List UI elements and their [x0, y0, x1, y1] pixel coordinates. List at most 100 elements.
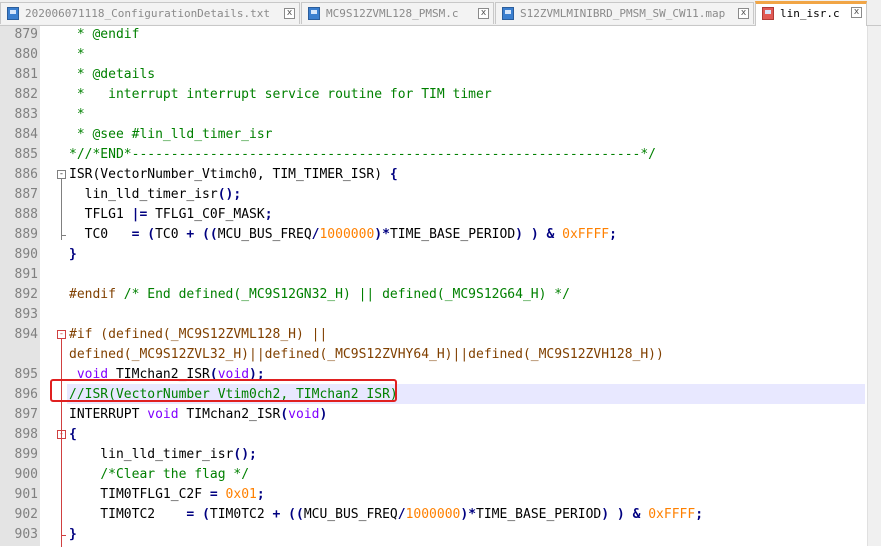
line-number-gutter: 879 880 881 882 883 884 885 886 887 888 889 890 891 8…: [0, 26, 40, 546]
line-number: 882: [14, 87, 38, 102]
code-line[interactable]: #if (defined(_MC9S12ZVML128_H) ||: [69, 325, 327, 345]
code-token: TIM0TFLG1_C2F: [69, 487, 210, 502]
fold-guide-line: [61, 535, 62, 547]
code-line[interactable]: ISR(VectorNumber_Vtimch0, TIM_TIMER_ISR)…: [69, 165, 398, 185]
code-line[interactable]: *: [69, 45, 85, 65]
code-token: TIMchan2_ISR: [178, 407, 281, 422]
code-token: lin_lld_timer_isr: [69, 447, 234, 462]
code-token: INTERRUPT: [69, 407, 148, 422]
code-line[interactable]: *//*END*--------------------------------…: [69, 145, 656, 165]
code-line[interactable]: }: [69, 245, 77, 265]
file-tab-label: S12ZVMLMINIBRD_PMSM_SW_CW11.map: [520, 7, 726, 20]
code-line[interactable]: }: [69, 525, 77, 545]
file-tab-label: lin_isr.c: [780, 7, 840, 20]
code-token: ): [616, 507, 625, 522]
code-line[interactable]: TFLG1 |= TFLG1_C0F_MASK;: [69, 205, 273, 225]
code-token: * @endif: [69, 27, 140, 42]
file-tab[interactable]: 202006071118_ConfigurationDetails.txt x: [0, 2, 300, 24]
code-line[interactable]: lin_lld_timer_isr();: [69, 445, 257, 465]
code-line[interactable]: * @endif: [69, 25, 140, 45]
code-token: ): [319, 407, 328, 422]
line-number: 902: [14, 507, 38, 522]
close-tab-icon[interactable]: x: [851, 7, 862, 18]
code-line[interactable]: #endif /* End defined(_MC9S12GN32_H) || …: [69, 285, 570, 305]
line-number: 879: [14, 27, 38, 42]
code-line[interactable]: * interrupt interrupt service routine fo…: [69, 85, 492, 105]
code-token: |=: [131, 207, 148, 222]
fold-guide-line: [61, 179, 62, 240]
file-tab-label: MC9S12ZVML128_PMSM.c: [326, 7, 459, 20]
code-token: ((: [202, 227, 218, 242]
code-token: ): [515, 227, 523, 242]
file-icon: [502, 7, 514, 20]
line-number: 895: [14, 367, 38, 382]
code-token: (: [147, 227, 156, 242]
line-number: 888: [14, 207, 38, 222]
close-tab-icon[interactable]: x: [478, 8, 489, 19]
line-number: 885: [14, 147, 38, 162]
code-line[interactable]: *: [69, 105, 85, 125]
fold-toggle-icon[interactable]: -: [57, 170, 66, 179]
line-number: 880: [14, 47, 38, 62]
line-number: 896: [14, 387, 38, 402]
code-editor[interactable]: 879 880 881 882 883 884 885 886 887 888 889 890 891 8…: [0, 25, 867, 547]
code-line[interactable]: {: [69, 425, 77, 445]
fold-toggle-icon[interactable]: -: [57, 330, 66, 339]
code-token: }: [69, 527, 77, 542]
code-token: ();: [217, 187, 242, 202]
code-line[interactable]: TC0 = (TC0 + ((MCU_BUS_FREQ/1000000)*TIM…: [69, 225, 617, 245]
fold-guide-line: [61, 439, 62, 547]
code-line[interactable]: TIM0TC2 = (TIM0TC2 + ((MCU_BUS_FREQ/1000…: [69, 505, 703, 525]
file-tab[interactable]: S12ZVMLMINIBRD_PMSM_SW_CW11.map x: [495, 2, 754, 24]
code-line[interactable]: * @details: [69, 65, 155, 85]
code-token: 0xFFFF: [562, 227, 610, 242]
file-icon: [7, 7, 19, 20]
code-token: {: [69, 427, 77, 442]
code-token: TIME_BASE_PERIOD: [476, 507, 602, 522]
line-number: 900: [14, 467, 38, 482]
code-token: ;: [264, 207, 273, 222]
code-token: TIM0TC2: [69, 507, 187, 522]
code-line[interactable]: TIM0TFLG1_C2F = 0x01;: [69, 485, 265, 505]
code-line[interactable]: /*Clear the flag */: [69, 465, 249, 485]
code-token: TFLG1: [69, 207, 132, 222]
line-number: 881: [14, 67, 38, 82]
line-number: 891: [14, 267, 38, 282]
code-token: defined(_MC9S12ZVL32_H)||defined(_MC9S12…: [69, 347, 664, 362]
code-token: /*Clear the flag */: [100, 467, 250, 482]
line-number: 898: [14, 427, 38, 442]
code-token: *: [69, 107, 85, 122]
code-token: * @details: [69, 67, 156, 82]
code-token: MCU_BUS_FREQ: [303, 507, 398, 522]
close-tab-icon[interactable]: x: [284, 8, 295, 19]
code-token: TC0: [155, 227, 187, 242]
code-token: *: [69, 47, 85, 62]
file-tab-label: 202006071118_ConfigurationDetails.txt: [25, 7, 271, 20]
line-number: 883: [14, 107, 38, 122]
code-token: void: [147, 407, 179, 422]
line-number: 887: [14, 187, 38, 202]
close-tab-icon[interactable]: x: [738, 8, 749, 19]
vertical-scrollbar[interactable]: [867, 26, 881, 546]
code-token: 0xFFFF: [648, 507, 696, 522]
code-token: TFLG1_C0F_MASK: [147, 207, 265, 222]
code-token: *: [382, 227, 390, 242]
code-line[interactable]: defined(_MC9S12ZVL32_H)||defined(_MC9S12…: [69, 345, 664, 365]
tab-bar: 202006071118_ConfigurationDetails.txt x MC…: [0, 0, 881, 26]
code-line[interactable]: * @see #lin_lld_timer_isr: [69, 125, 273, 145]
file-tab[interactable]: MC9S12ZVML128_PMSM.c x: [301, 2, 494, 24]
code-line[interactable]: INTERRUPT void TIMchan2_ISR(void): [69, 405, 327, 425]
code-token: ;: [256, 487, 265, 502]
line-number: 893: [14, 307, 38, 322]
code-token: ((: [288, 507, 304, 522]
line-number: 897: [14, 407, 38, 422]
file-icon: [762, 7, 774, 20]
file-tab[interactable]: lin_isr.c x: [755, 1, 867, 26]
code-line[interactable]: lin_lld_timer_isr();: [69, 185, 242, 205]
